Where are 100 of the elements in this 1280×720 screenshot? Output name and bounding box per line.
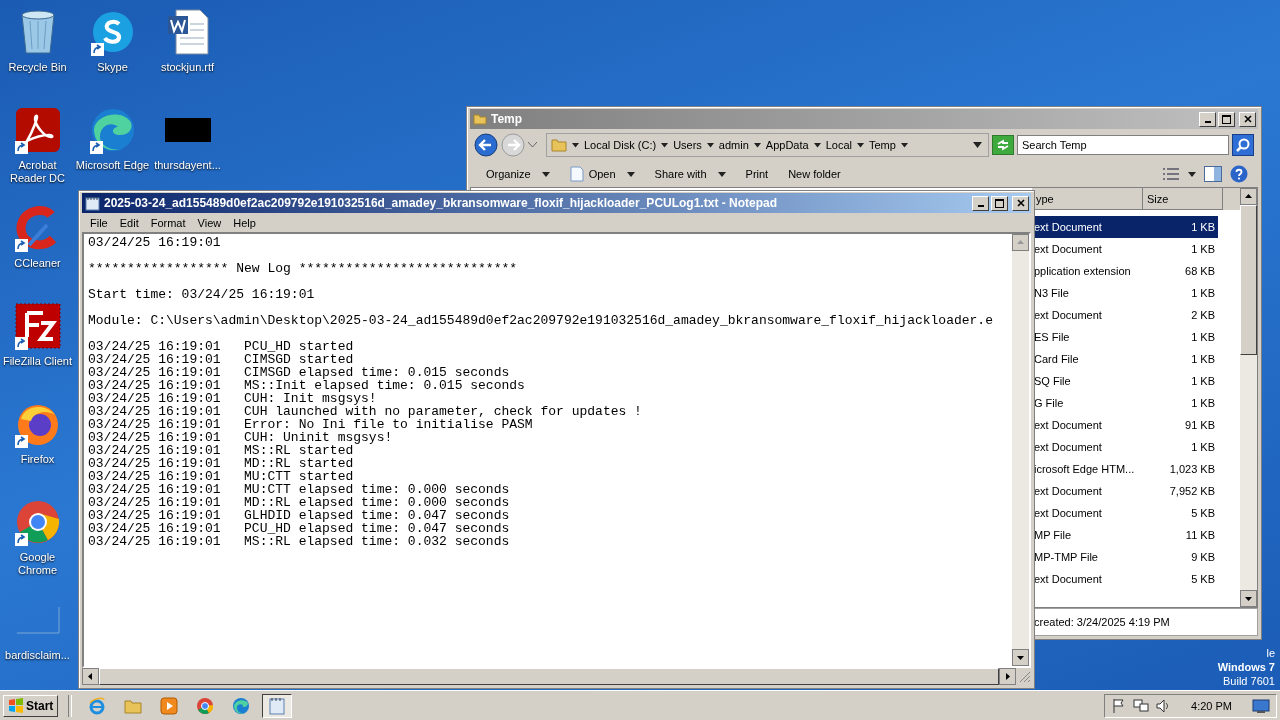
network-icon[interactable]	[1133, 697, 1150, 714]
search-button[interactable]	[1232, 134, 1254, 156]
window-title: Temp	[491, 112, 523, 126]
caret-icon[interactable]	[753, 142, 761, 148]
scroll-down-button[interactable]	[1240, 590, 1257, 607]
caret-icon	[717, 171, 726, 177]
menu-item[interactable]: File	[84, 216, 114, 229]
file-row[interactable]: ES File 1 KB	[1032, 326, 1218, 348]
log-line: 03/24/25 16:19:01 MD::RL elapsed time: 0.000 seconds	[88, 496, 511, 509]
edge-icon	[89, 107, 136, 153]
caret-icon[interactable]	[813, 142, 821, 148]
log-line: 03/24/25 16:19:01 GLHDID elapsed time: 0.047 seconds	[88, 509, 511, 522]
close-button[interactable]	[1239, 111, 1256, 127]
clock[interactable]: 4:20 PM	[1191, 699, 1232, 712]
file-row[interactable]: pplication extension 68 KB	[1032, 260, 1218, 282]
taskbar-app-button[interactable]	[262, 693, 293, 718]
preview-pane-icon[interactable]	[1204, 166, 1222, 182]
scroll-up-button[interactable]	[1240, 188, 1257, 205]
os-version-text: le	[1266, 646, 1275, 660]
close-button[interactable]	[1012, 195, 1029, 211]
menu-item[interactable]: View	[191, 216, 228, 229]
address-bar[interactable]: Local Disk (C:) Users admin AppData Local Temp	[546, 133, 989, 157]
file-row[interactable]: ext Document 2 KB	[1032, 304, 1218, 326]
file-row[interactable]: ext Document 1 KB	[1032, 436, 1218, 458]
file-row[interactable]: ext Document 7,952 KB	[1032, 480, 1218, 502]
history-caret-icon[interactable]	[528, 142, 537, 148]
file-row[interactable]: G File 1 KB	[1032, 392, 1218, 414]
notepad-icon	[268, 696, 287, 715]
refresh-button[interactable]	[992, 135, 1014, 155]
maximize-button[interactable]	[1218, 111, 1235, 127]
file-row[interactable]: ext Document 5 KB	[1032, 502, 1218, 524]
column-header[interactable]: Size	[1143, 188, 1223, 210]
edge-icon	[232, 696, 251, 715]
filezilla-icon	[14, 303, 61, 349]
log-line: ****************** New Log ****************************	[88, 262, 519, 275]
shortcut-arrow-icon	[90, 43, 104, 56]
maximize-button[interactable]	[991, 195, 1008, 211]
chrome-icon	[196, 696, 215, 715]
scrollbar[interactable]	[1012, 234, 1029, 666]
show-desktop-icon[interactable]	[1252, 697, 1270, 714]
caret-icon[interactable]	[900, 142, 908, 148]
file-row[interactable]: N3 File 1 KB	[1032, 282, 1218, 304]
log-line: 03/24/25 16:19:01 MD::RL started	[88, 457, 355, 470]
help-icon[interactable]	[1230, 165, 1248, 183]
start-button[interactable]: Start	[3, 694, 59, 717]
windows-logo-icon	[8, 698, 24, 713]
scrollbar[interactable]	[1240, 188, 1257, 607]
log-line: 03/24/25 16:19:01 MU:CTT started	[88, 470, 355, 483]
document-icon	[569, 166, 584, 182]
breadcrumb-item[interactable]: Temp	[868, 139, 896, 151]
caret-icon[interactable]	[572, 142, 579, 148]
menu-item[interactable]: Edit	[113, 216, 145, 229]
dropdown-caret-icon[interactable]	[973, 142, 982, 148]
file-row[interactable]: ext Document 1 KB	[1032, 216, 1218, 238]
caret-icon[interactable]	[1188, 171, 1196, 177]
document-icon	[165, 8, 210, 56]
caret-icon[interactable]	[856, 142, 864, 148]
caret-icon[interactable]	[661, 142, 669, 148]
breadcrumb-item[interactable]: Local	[825, 139, 852, 151]
scroll-thumb[interactable]	[1240, 205, 1257, 355]
log-line: Module: C:\Users\admin\Desktop\2025-03-24_ad155489d0ef2ac209792e191032516d_amadey_bkransomware_floxif_hijackloader.e	[88, 314, 994, 327]
file-row[interactable]: ext Document 91 KB	[1032, 414, 1218, 436]
shortcut-arrow-icon	[14, 435, 28, 448]
log-line: 03/24/25 16:19:01 MS::Init elapsed time: 0.015 seconds	[88, 379, 526, 392]
caret-icon[interactable]	[706, 142, 714, 148]
view-options-icon[interactable]	[1162, 167, 1180, 181]
breadcrumb-item[interactable]: Local Disk (C:)	[584, 139, 657, 151]
skype-logo-icon	[90, 10, 135, 54]
breadcrumb-item[interactable]: AppData	[765, 139, 809, 151]
log-line: 03/24/25 16:19:01 MS::RL started	[88, 444, 354, 457]
breadcrumb-item[interactable]: Users	[673, 139, 702, 151]
back-button[interactable]	[474, 133, 498, 157]
toolbar-button[interactable]: Share with	[648, 166, 732, 182]
blacked-out-icon	[164, 118, 211, 142]
file-row[interactable]: icrosoft Edge HTM... 1,023 KB	[1032, 458, 1218, 480]
scroll-down-button[interactable]	[1012, 649, 1029, 666]
os-version-text: Build 7601	[1223, 674, 1275, 688]
toolbar-button[interactable]: Organize	[480, 166, 556, 182]
log-line: 03/24/25 16:19:01 CIMSGD started	[88, 353, 355, 366]
toolbar-button[interactable]: Print	[739, 166, 775, 182]
scroll-right-button[interactable]	[999, 668, 1016, 685]
close-icon	[1016, 199, 1025, 207]
menu-item[interactable]: Format	[144, 216, 192, 229]
file-row[interactable]: ext Document 5 KB	[1032, 568, 1218, 590]
file-row[interactable]: MP-TMP File 9 KB	[1032, 546, 1218, 568]
search-field[interactable]: Search Temp	[1017, 135, 1229, 155]
file-row[interactable]: ext Document 1 KB	[1032, 238, 1218, 260]
minimize-button[interactable]	[972, 195, 989, 211]
minimize-button[interactable]	[1199, 111, 1216, 127]
close-icon	[1243, 115, 1252, 123]
shortcut-arrow-icon	[14, 533, 28, 546]
menu-item[interactable]: Help	[227, 216, 262, 229]
breadcrumb-item[interactable]: admin	[718, 139, 749, 151]
file-row[interactable]: SQ File 1 KB	[1032, 370, 1218, 392]
file-row[interactable]: MP File 11 KB	[1032, 524, 1218, 546]
file-row[interactable]: Card File 1 KB	[1032, 348, 1218, 370]
scroll-left-button[interactable]	[82, 668, 99, 685]
log-line: 03/24/25 16:19:01 PCU_HD started	[88, 340, 355, 353]
toolbar-button[interactable]: New folder	[782, 166, 847, 182]
toolbar-button[interactable]: Open	[563, 164, 641, 184]
